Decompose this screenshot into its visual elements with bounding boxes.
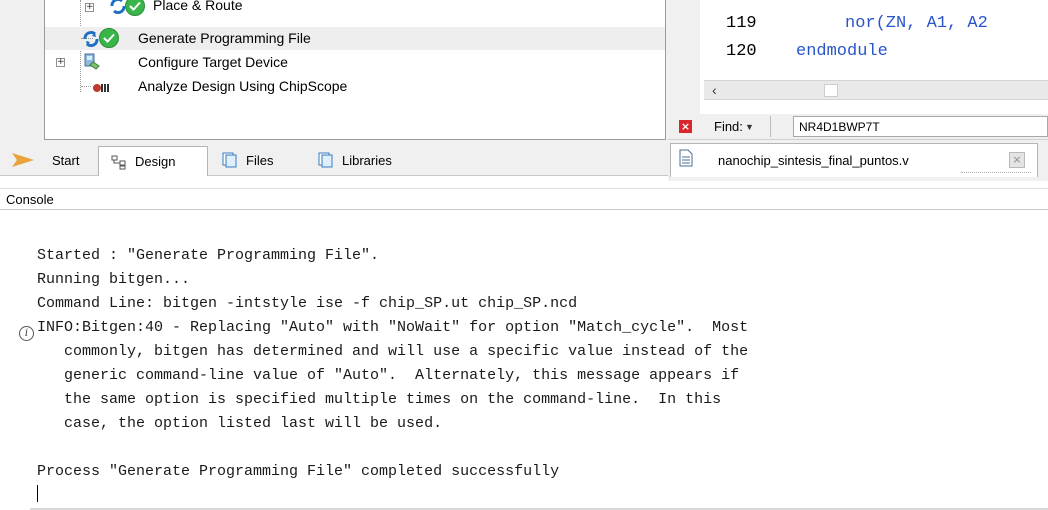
console-line: generic command-line value of "Auto". Al… <box>37 367 740 384</box>
console-output[interactable]: Started : "Generate Programming File". R… <box>0 211 1048 502</box>
console-line: INFO:Bitgen:40 - Replacing "Auto" with "… <box>37 319 749 336</box>
divider <box>770 116 771 137</box>
tree-item-label: Generate Programming File <box>138 30 311 46</box>
tree-item-configure-target-device[interactable]: + Configure Target Device <box>45 51 665 74</box>
scroll-left-icon[interactable]: ‹ <box>712 82 717 98</box>
console-line: Started : "Generate Programming File". <box>37 247 380 264</box>
tree-item-label: Analyze Design Using ChipScope <box>138 78 348 94</box>
editor-tab-bar: nanochip_sintesis_final_puntos.v × <box>668 139 1048 181</box>
chipscope-icon <box>93 84 109 92</box>
console-title: Console <box>6 192 54 207</box>
tab-start[interactable]: Start <box>8 147 79 173</box>
close-tab-icon[interactable]: × <box>1009 152 1025 168</box>
tab-verilog-file[interactable]: nanochip_sintesis_final_puntos.v × <box>670 143 1038 177</box>
tree-item-generate-programming-file[interactable]: Generate Programming File <box>45 27 665 50</box>
tab-label: Design <box>135 154 176 169</box>
console-line: commonly, bitgen has determined and will… <box>37 343 749 360</box>
editor-horizontal-scrollbar[interactable]: ‹ <box>704 80 1048 100</box>
expand-icon[interactable]: + <box>85 3 94 12</box>
tree-item-place-route[interactable]: + Place & Route <box>45 0 665 16</box>
tab-design[interactable]: Design <box>98 146 208 176</box>
libraries-icon <box>318 152 333 168</box>
console-line: the same option is specified multiple ti… <box>37 391 722 408</box>
scrollbar-thumb[interactable] <box>824 84 838 97</box>
tab-libraries[interactable]: Libraries <box>318 147 392 173</box>
tab-files[interactable]: Files <box>222 147 273 173</box>
tree-item-label: Configure Target Device <box>138 54 288 70</box>
tab-filename: nanochip_sintesis_final_puntos.v <box>718 153 909 168</box>
files-icon <box>222 152 237 168</box>
close-find-icon[interactable]: × <box>679 120 692 133</box>
chevron-down-icon[interactable]: ▼ <box>745 122 754 132</box>
expand-icon[interactable]: + <box>56 58 65 67</box>
divider <box>961 172 1031 173</box>
console-line: Command Line: bitgen -intstyle ise -f ch… <box>37 295 578 312</box>
check-status-icon <box>125 0 145 16</box>
left-tab-bar: Start Design Files Libraries <box>0 143 668 176</box>
tab-label: Libraries <box>342 152 392 168</box>
start-arrow-icon <box>12 153 34 167</box>
line-number: 120 <box>726 42 757 61</box>
find-input[interactable] <box>793 116 1048 137</box>
document-icon <box>679 149 693 167</box>
check-status-icon <box>99 28 119 48</box>
find-label: Find: <box>714 119 743 134</box>
text-caret <box>37 485 38 502</box>
console-header: Console <box>0 188 1048 210</box>
process-tree: + Place & Route Generate Programming Fil… <box>44 0 666 140</box>
processes-panel: + Place & Route Generate Programming Fil… <box>0 0 668 143</box>
code-text: endmodule <box>796 42 888 61</box>
console-line: case, the option listed last will be use… <box>37 415 443 432</box>
tree-item-analyze-chipscope[interactable]: Analyze Design Using ChipScope <box>45 75 665 98</box>
find-bar: × Find: ▼ <box>668 114 1048 139</box>
design-hierarchy-icon <box>111 155 126 169</box>
device-icon <box>84 53 100 70</box>
tab-label: Start <box>52 152 80 168</box>
console-line: Running bitgen... <box>37 271 191 288</box>
info-icon: i <box>19 326 34 341</box>
tree-connector <box>81 86 91 87</box>
tree-item-label: Place & Route <box>153 0 243 13</box>
editor-left-strip <box>668 0 704 114</box>
console-line: Process "Generate Programming File" comp… <box>37 463 560 480</box>
code-text: nor(ZN, A1, A2 <box>845 14 988 33</box>
run-process-icon <box>83 31 99 47</box>
tab-label: Files <box>246 152 274 168</box>
line-number: 119 <box>726 14 757 33</box>
